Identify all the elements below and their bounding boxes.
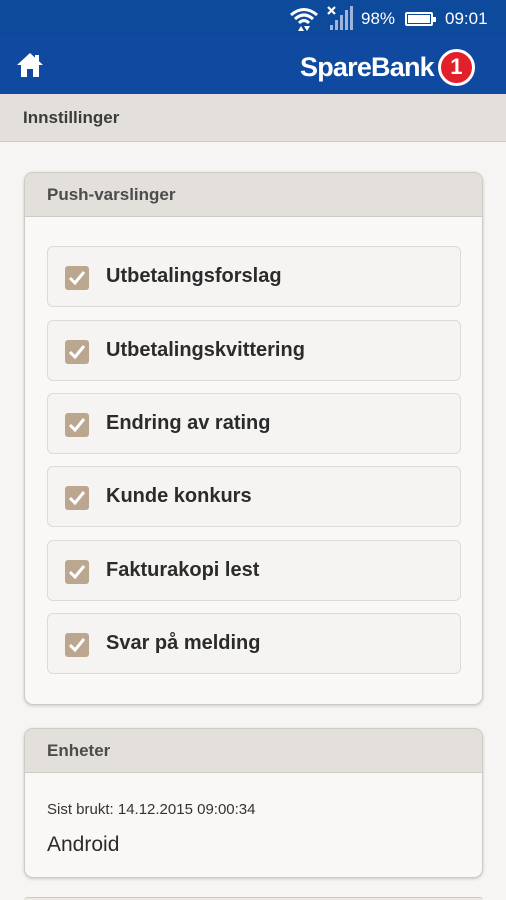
battery-level bbox=[408, 15, 430, 23]
option-utbetalingskvittering[interactable]: Utbetalingskvittering bbox=[47, 320, 461, 381]
checkbox-checked[interactable] bbox=[65, 340, 89, 364]
status-bar: 98% 09:01 bbox=[0, 0, 506, 36]
option-label: Utbetalingskvittering bbox=[106, 339, 305, 361]
option-svar-pa-melding[interactable]: Svar på melding bbox=[47, 613, 461, 674]
checkmark-icon bbox=[68, 565, 86, 580]
home-icon bbox=[17, 53, 43, 77]
checkmark-icon bbox=[68, 271, 86, 286]
checkbox-checked[interactable] bbox=[65, 486, 89, 510]
option-fakturakopi-lest[interactable]: Fakturakopi lest bbox=[47, 540, 461, 601]
clock: 09:01 bbox=[445, 9, 488, 28]
checkmark-icon bbox=[68, 418, 86, 433]
checkbox-checked[interactable] bbox=[65, 633, 89, 657]
checkmark-icon bbox=[68, 638, 86, 653]
checkmark-icon bbox=[68, 345, 86, 360]
checkmark-icon bbox=[68, 491, 86, 506]
home-button[interactable] bbox=[10, 48, 50, 82]
page-header: Innstillinger bbox=[0, 94, 506, 142]
signal-icon bbox=[327, 6, 353, 30]
device-name: Android bbox=[47, 833, 120, 856]
last-used-text: Sist brukt: 14.12.2015 09:00:34 bbox=[47, 801, 256, 818]
option-label: Utbetalingsforslag bbox=[106, 265, 282, 287]
option-label: Svar på melding bbox=[106, 632, 261, 654]
battery-icon bbox=[405, 12, 436, 26]
page-title: Innstillinger bbox=[23, 108, 120, 127]
wifi-icon bbox=[290, 8, 318, 31]
brand-badge: 1 bbox=[437, 48, 475, 86]
option-kunde-konkurs[interactable]: Kunde konkurs bbox=[47, 466, 461, 527]
option-label: Kunde konkurs bbox=[106, 485, 252, 507]
brand-logo: SpareBank 1 bbox=[300, 48, 475, 86]
brand-name: SpareBank bbox=[300, 51, 435, 82]
app-bar: SpareBank 1 bbox=[0, 36, 506, 94]
checkbox-checked[interactable] bbox=[65, 266, 89, 290]
push-panel-title: Push-varslinger bbox=[25, 173, 482, 217]
option-label: Fakturakopi lest bbox=[106, 559, 260, 581]
option-utbetalingsforslag[interactable]: Utbetalingsforslag bbox=[47, 246, 461, 307]
push-notifications-panel: Push-varslinger Utbetalingsforslag Utbet… bbox=[24, 172, 483, 705]
battery-percent: 98% bbox=[361, 9, 396, 28]
devices-panel: Enheter Sist brukt: 14.12.2015 09:00:34 … bbox=[24, 728, 483, 878]
option-label: Endring av rating bbox=[106, 412, 271, 434]
option-endring-av-rating[interactable]: Endring av rating bbox=[47, 393, 461, 454]
checkbox-checked[interactable] bbox=[65, 413, 89, 437]
devices-panel-title: Enheter bbox=[25, 729, 482, 773]
checkbox-checked[interactable] bbox=[65, 560, 89, 584]
